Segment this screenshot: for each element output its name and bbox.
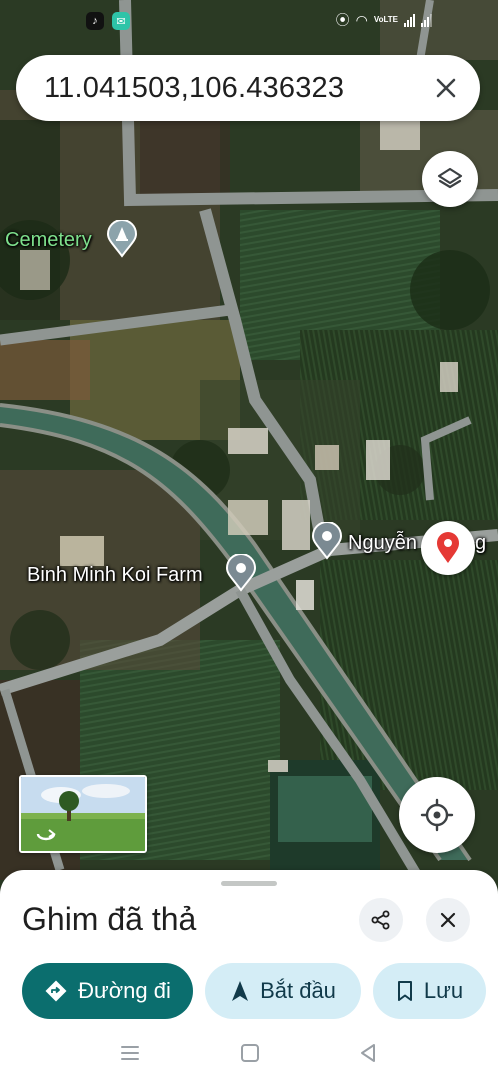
- share-button[interactable]: [359, 898, 403, 942]
- status-bar: ♪ ✉ ⦿ ◠ VoLTE: [0, 0, 498, 44]
- cemetery-pin-icon: [106, 219, 138, 258]
- street-view-thumbnail[interactable]: [19, 775, 147, 853]
- cemetery-label[interactable]: Cemetery: [5, 229, 92, 252]
- back-icon[interactable]: [357, 1042, 379, 1064]
- navigation-arrow-icon: [232, 981, 249, 1001]
- directions-button[interactable]: Đường đi: [22, 963, 193, 1019]
- tiktok-icon: ♪: [86, 12, 104, 30]
- save-button[interactable]: Lưu: [373, 963, 486, 1019]
- bookmark-icon: [397, 981, 412, 1001]
- close-icon: [436, 78, 456, 98]
- messenger-icon: ✉: [112, 12, 130, 30]
- street-view-icon: [36, 829, 56, 841]
- layers-button[interactable]: [422, 151, 478, 207]
- share-icon: [371, 910, 390, 930]
- status-apps: ♪ ✉: [86, 12, 130, 30]
- search-query[interactable]: 11.041503,106.436323: [44, 72, 344, 105]
- status-icons: ⦿ ◠ VoLTE: [336, 10, 432, 30]
- start-navigation-button[interactable]: Bắt đầu: [205, 963, 361, 1019]
- start-label: Bắt đầu: [260, 978, 336, 1003]
- koi-farm-label[interactable]: Binh Minh Koi Farm: [27, 564, 203, 587]
- home-icon[interactable]: [239, 1042, 261, 1064]
- search-bar[interactable]: 11.041503,106.436323: [16, 55, 480, 121]
- volte-label: VoLTE: [373, 15, 398, 24]
- crosshair-icon: [420, 798, 454, 832]
- cemetery-poi[interactable]: [105, 219, 139, 263]
- close-icon: [440, 912, 456, 928]
- directions-label: Đường đi: [78, 978, 171, 1003]
- place-pin-icon: [311, 521, 343, 560]
- place-pin-icon: [225, 553, 257, 592]
- close-sheet-button[interactable]: [426, 898, 470, 942]
- location-icon: ⦿: [335, 12, 350, 28]
- street-label-tail: g: [475, 532, 487, 554]
- layers-icon: [437, 167, 463, 189]
- red-pin-icon: [437, 532, 459, 563]
- signal-icon: [421, 13, 432, 27]
- my-location-button[interactable]: [399, 777, 475, 853]
- koi-farm-poi[interactable]: [224, 553, 258, 597]
- street-label[interactable]: Nguyễn: [348, 532, 417, 555]
- street-poi[interactable]: [310, 521, 344, 565]
- signal-icon: [404, 13, 415, 27]
- sheet-title: Ghim đã thả: [22, 901, 197, 937]
- system-nav-bar: [0, 1030, 498, 1080]
- save-label: Lưu: [423, 978, 464, 1003]
- directions-icon: [45, 980, 67, 1002]
- clear-search-button[interactable]: [426, 68, 466, 108]
- menu-icon[interactable]: [119, 1042, 141, 1064]
- wifi-icon: ◠: [355, 11, 368, 28]
- sheet-drag-handle[interactable]: [221, 881, 277, 886]
- dropped-pin[interactable]: [421, 521, 475, 575]
